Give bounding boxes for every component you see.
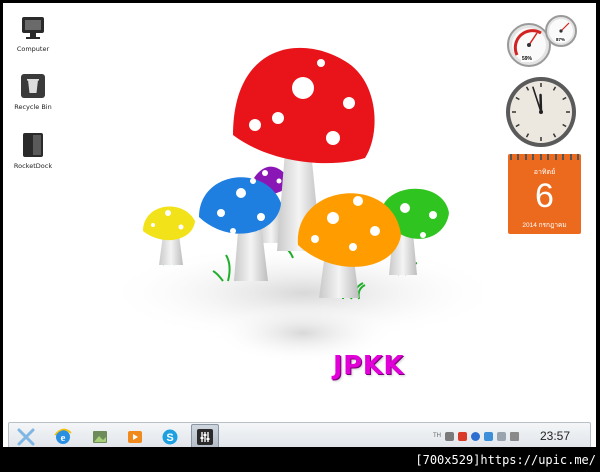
desktop-icon-rocketdock[interactable]: RocketDock <box>9 130 57 170</box>
skype-icon: S <box>162 429 178 444</box>
security-flag-icon[interactable] <box>458 431 467 441</box>
footer-bar: [700x529]https://upic.me/ <box>0 450 600 472</box>
desktop-icon-recycle-bin[interactable]: Recycle Bin <box>9 71 57 111</box>
recycle-bin-icon <box>18 71 48 101</box>
desktop-icon-label: Recycle Bin <box>14 103 52 111</box>
network-icon[interactable] <box>445 431 454 441</box>
desktop[interactable]: Computer Recycle Bin RocketDock 59% 87% … <box>3 3 596 447</box>
photo-viewer-icon <box>93 430 107 443</box>
cpu-percent: 59% <box>521 56 534 62</box>
start-button[interactable] <box>12 424 40 447</box>
info-icon[interactable] <box>471 431 480 441</box>
media-player-icon <box>128 430 142 443</box>
wallpaper-text: JPKK <box>333 351 405 381</box>
taskbar-internet-explorer[interactable]: e <box>49 424 77 447</box>
computer-icon <box>18 13 48 43</box>
desktop-icon-computer[interactable]: Computer <box>9 13 57 53</box>
mixer-icon <box>197 428 213 445</box>
analog-clock-gadget[interactable] <box>504 75 578 149</box>
desktop-icon-label: RocketDock <box>13 162 53 170</box>
internet-explorer-icon: e <box>54 428 72 444</box>
volume-icon[interactable] <box>510 431 519 441</box>
taskbar-media-player[interactable] <box>121 424 149 447</box>
cpu-meter-gadget[interactable]: 59% 87% <box>505 13 579 71</box>
language-indicator[interactable]: TH <box>433 433 441 439</box>
taskbar-mixer[interactable] <box>191 424 219 447</box>
ram-percent: 87% <box>555 37 567 42</box>
rocketdock-icon <box>18 130 48 160</box>
calendar-gadget[interactable]: อาทิตย์ 6 2014 กรกฎาคม <box>508 154 581 234</box>
taskbar-skype[interactable]: S <box>156 424 184 447</box>
taskbar-clock[interactable]: 23:57 <box>540 429 570 443</box>
desktop-icon-label: Computer <box>16 45 50 53</box>
svg-text:S: S <box>166 432 173 444</box>
taskbar-photo-viewer[interactable] <box>86 424 114 447</box>
calendar-month-year: 2014 กรกฎาคม <box>522 222 567 229</box>
device-icon[interactable] <box>484 431 493 441</box>
screenshot-frame: Computer Recycle Bin RocketDock 59% 87% … <box>0 0 600 450</box>
taskbar: e S TH 23:57 <box>8 422 591 447</box>
footer-credit: [700x529]https://upic.me/ <box>415 453 596 467</box>
svg-text:e: e <box>61 432 66 444</box>
analog-clock-face <box>506 77 576 147</box>
system-tray: TH <box>433 429 519 443</box>
signal-icon[interactable] <box>497 431 506 441</box>
start-x-icon <box>17 428 35 445</box>
calendar-day: 6 <box>535 177 554 215</box>
